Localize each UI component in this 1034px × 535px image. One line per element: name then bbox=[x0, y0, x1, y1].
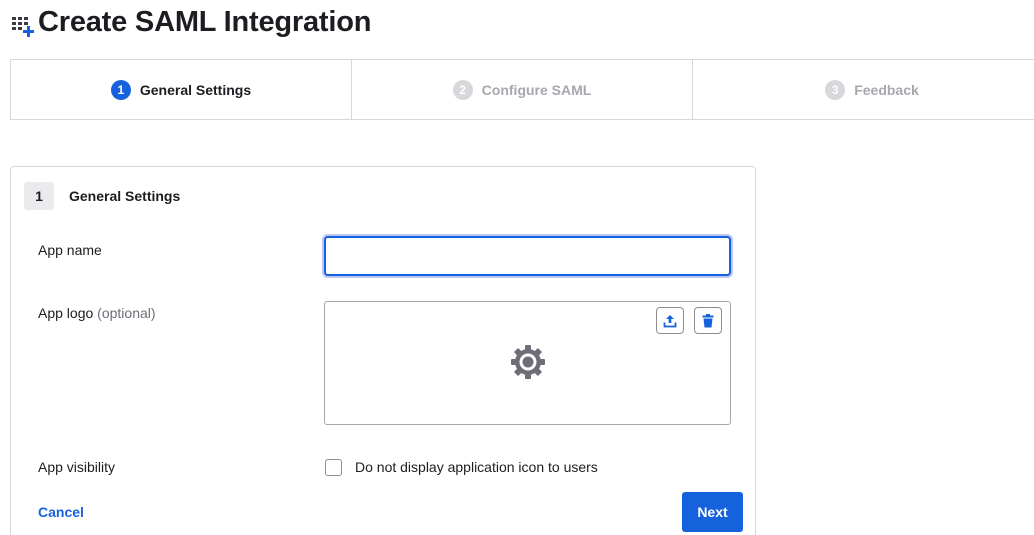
upload-icon bbox=[663, 314, 677, 327]
step-configure-saml: 2 Configure SAML bbox=[352, 60, 693, 119]
app-visibility-label: App visibility bbox=[38, 459, 116, 475]
app-grid-plus-icon bbox=[10, 8, 36, 38]
wizard-steps: 1 General Settings 2 Configure SAML 3 Fe… bbox=[10, 59, 1034, 120]
hide-app-icon-checkbox-label[interactable]: Do not display application icon to users bbox=[355, 459, 598, 475]
app-name-label: App name bbox=[38, 242, 102, 258]
general-settings-card: 1 General Settings App name App logo (op… bbox=[10, 166, 756, 535]
step-general-settings: 1 General Settings bbox=[11, 60, 352, 119]
next-button[interactable]: Next bbox=[682, 492, 743, 532]
page-title: Create SAML Integration bbox=[38, 6, 372, 38]
cancel-button[interactable]: Cancel bbox=[38, 504, 84, 520]
step-label: General Settings bbox=[139, 81, 252, 98]
app-name-input[interactable] bbox=[324, 236, 731, 276]
optional-hint: (optional) bbox=[97, 305, 156, 321]
card-step-number: 1 bbox=[24, 182, 54, 210]
app-logo-dropzone[interactable] bbox=[324, 301, 731, 425]
trash-icon bbox=[702, 313, 714, 327]
page-header: Create SAML Integration bbox=[10, 6, 371, 39]
app-logo-label: App logo (optional) bbox=[38, 305, 156, 321]
card-title: General Settings bbox=[69, 188, 181, 204]
step-label: Feedback bbox=[854, 81, 919, 98]
step-label: Configure SAML bbox=[481, 81, 592, 98]
delete-logo-button[interactable] bbox=[694, 307, 722, 334]
upload-logo-button[interactable] bbox=[656, 307, 684, 334]
step-number: 1 bbox=[110, 79, 131, 100]
app-logo-label-text: App logo bbox=[38, 305, 94, 321]
step-number: 2 bbox=[452, 79, 473, 100]
step-feedback: 3 Feedback bbox=[693, 60, 1034, 119]
gear-icon bbox=[511, 345, 545, 379]
hide-app-icon-checkbox[interactable] bbox=[325, 459, 342, 476]
card-header: 1 General Settings bbox=[24, 182, 180, 210]
step-number: 3 bbox=[825, 79, 846, 100]
